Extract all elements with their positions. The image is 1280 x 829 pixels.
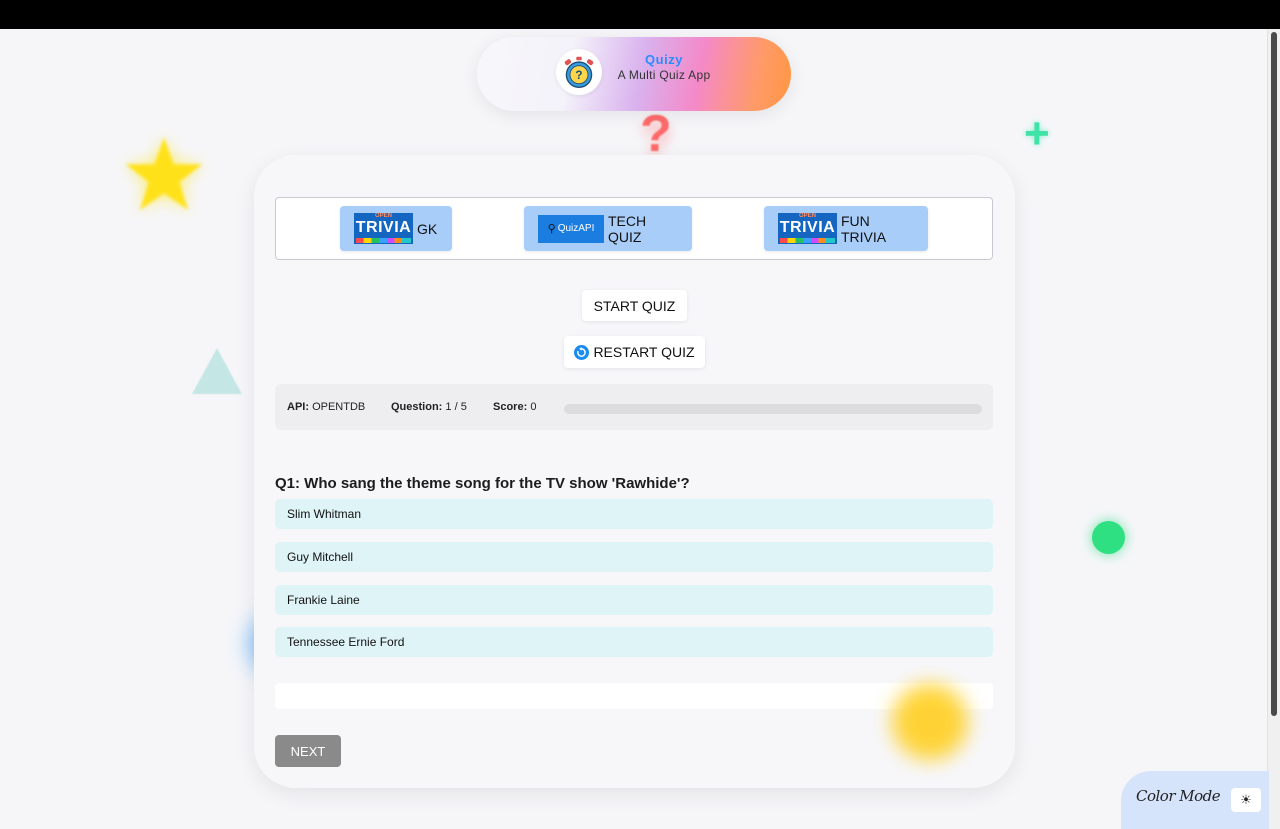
page-scrollbar[interactable] bbox=[1267, 29, 1280, 829]
question-mark-decoration: ? bbox=[640, 105, 672, 163]
color-mode-label: Color Mode bbox=[1136, 787, 1221, 805]
next-button[interactable]: NEXT bbox=[275, 735, 341, 767]
score-display: Score: 0 bbox=[493, 401, 537, 413]
answer-option[interactable]: Tennessee Ernie Ford bbox=[275, 627, 993, 657]
app-logo: ? bbox=[556, 49, 602, 95]
opentdb-logo: OPEN TRIVIA bbox=[778, 213, 837, 244]
browser-top-bar bbox=[0, 0, 1280, 29]
star-decoration bbox=[125, 137, 203, 210]
question-counter: Question: 1 / 5 bbox=[391, 401, 467, 413]
feedback-box bbox=[275, 683, 993, 709]
quiz-card: OPEN TRIVIA GK ⚲ QuizAPI TECH QUIZ OPEN … bbox=[254, 155, 1015, 788]
app-subtitle: A Multi Quiz App bbox=[617, 68, 711, 82]
answer-option[interactable]: Guy Mitchell bbox=[275, 542, 993, 572]
svg-text:?: ? bbox=[575, 69, 582, 82]
api-status: API: OPENTDB bbox=[287, 401, 366, 413]
plus-decoration: + bbox=[1024, 109, 1050, 158]
answer-option[interactable]: Frankie Laine bbox=[275, 585, 993, 615]
sun-icon: ☀ bbox=[1240, 792, 1252, 807]
stopwatch-question-icon: ? bbox=[564, 56, 594, 88]
quizapi-logo: ⚲ QuizAPI bbox=[538, 214, 604, 243]
app-header: ? Quizy A Multi Quiz App bbox=[477, 37, 791, 111]
answer-option[interactable]: Slim Whitman bbox=[275, 499, 993, 529]
api-selector: OPEN TRIVIA GK ⚲ QuizAPI TECH QUIZ OPEN … bbox=[275, 197, 993, 260]
progress-bar bbox=[564, 404, 982, 414]
lightbulb-icon: ⚲ bbox=[547, 223, 556, 235]
color-mode-panel: Color Mode ☀ bbox=[1121, 771, 1269, 829]
question-text: Q1: Who sang the theme song for the TV s… bbox=[275, 475, 690, 492]
yellow-blob-decoration bbox=[892, 684, 968, 760]
start-quiz-button[interactable]: START QUIZ bbox=[582, 290, 687, 321]
api-button-gk[interactable]: OPEN TRIVIA GK bbox=[340, 206, 452, 251]
theme-toggle-button[interactable]: ☀ bbox=[1231, 788, 1261, 812]
green-dot-decoration bbox=[1092, 521, 1125, 554]
restart-icon bbox=[574, 344, 590, 360]
triangle-decoration bbox=[192, 348, 242, 394]
app-title: Quizy bbox=[645, 52, 683, 67]
opentdb-logo: OPEN TRIVIA bbox=[354, 213, 413, 244]
quiz-status-bar: API: OPENTDB Question: 1 / 5 Score: 0 bbox=[275, 384, 993, 430]
api-button-label: FUN TRIVIA bbox=[841, 212, 887, 245]
restart-quiz-label: RESTART QUIZ bbox=[593, 344, 695, 360]
restart-quiz-button[interactable]: RESTART QUIZ bbox=[564, 336, 705, 368]
api-button-label: TECH QUIZ bbox=[608, 212, 647, 245]
api-button-tech-quiz[interactable]: ⚲ QuizAPI TECH QUIZ bbox=[524, 206, 692, 251]
scrollbar-thumb[interactable] bbox=[1271, 32, 1277, 716]
api-button-label: GK bbox=[417, 220, 438, 237]
api-button-fun-trivia[interactable]: OPEN TRIVIA FUN TRIVIA bbox=[764, 206, 928, 251]
